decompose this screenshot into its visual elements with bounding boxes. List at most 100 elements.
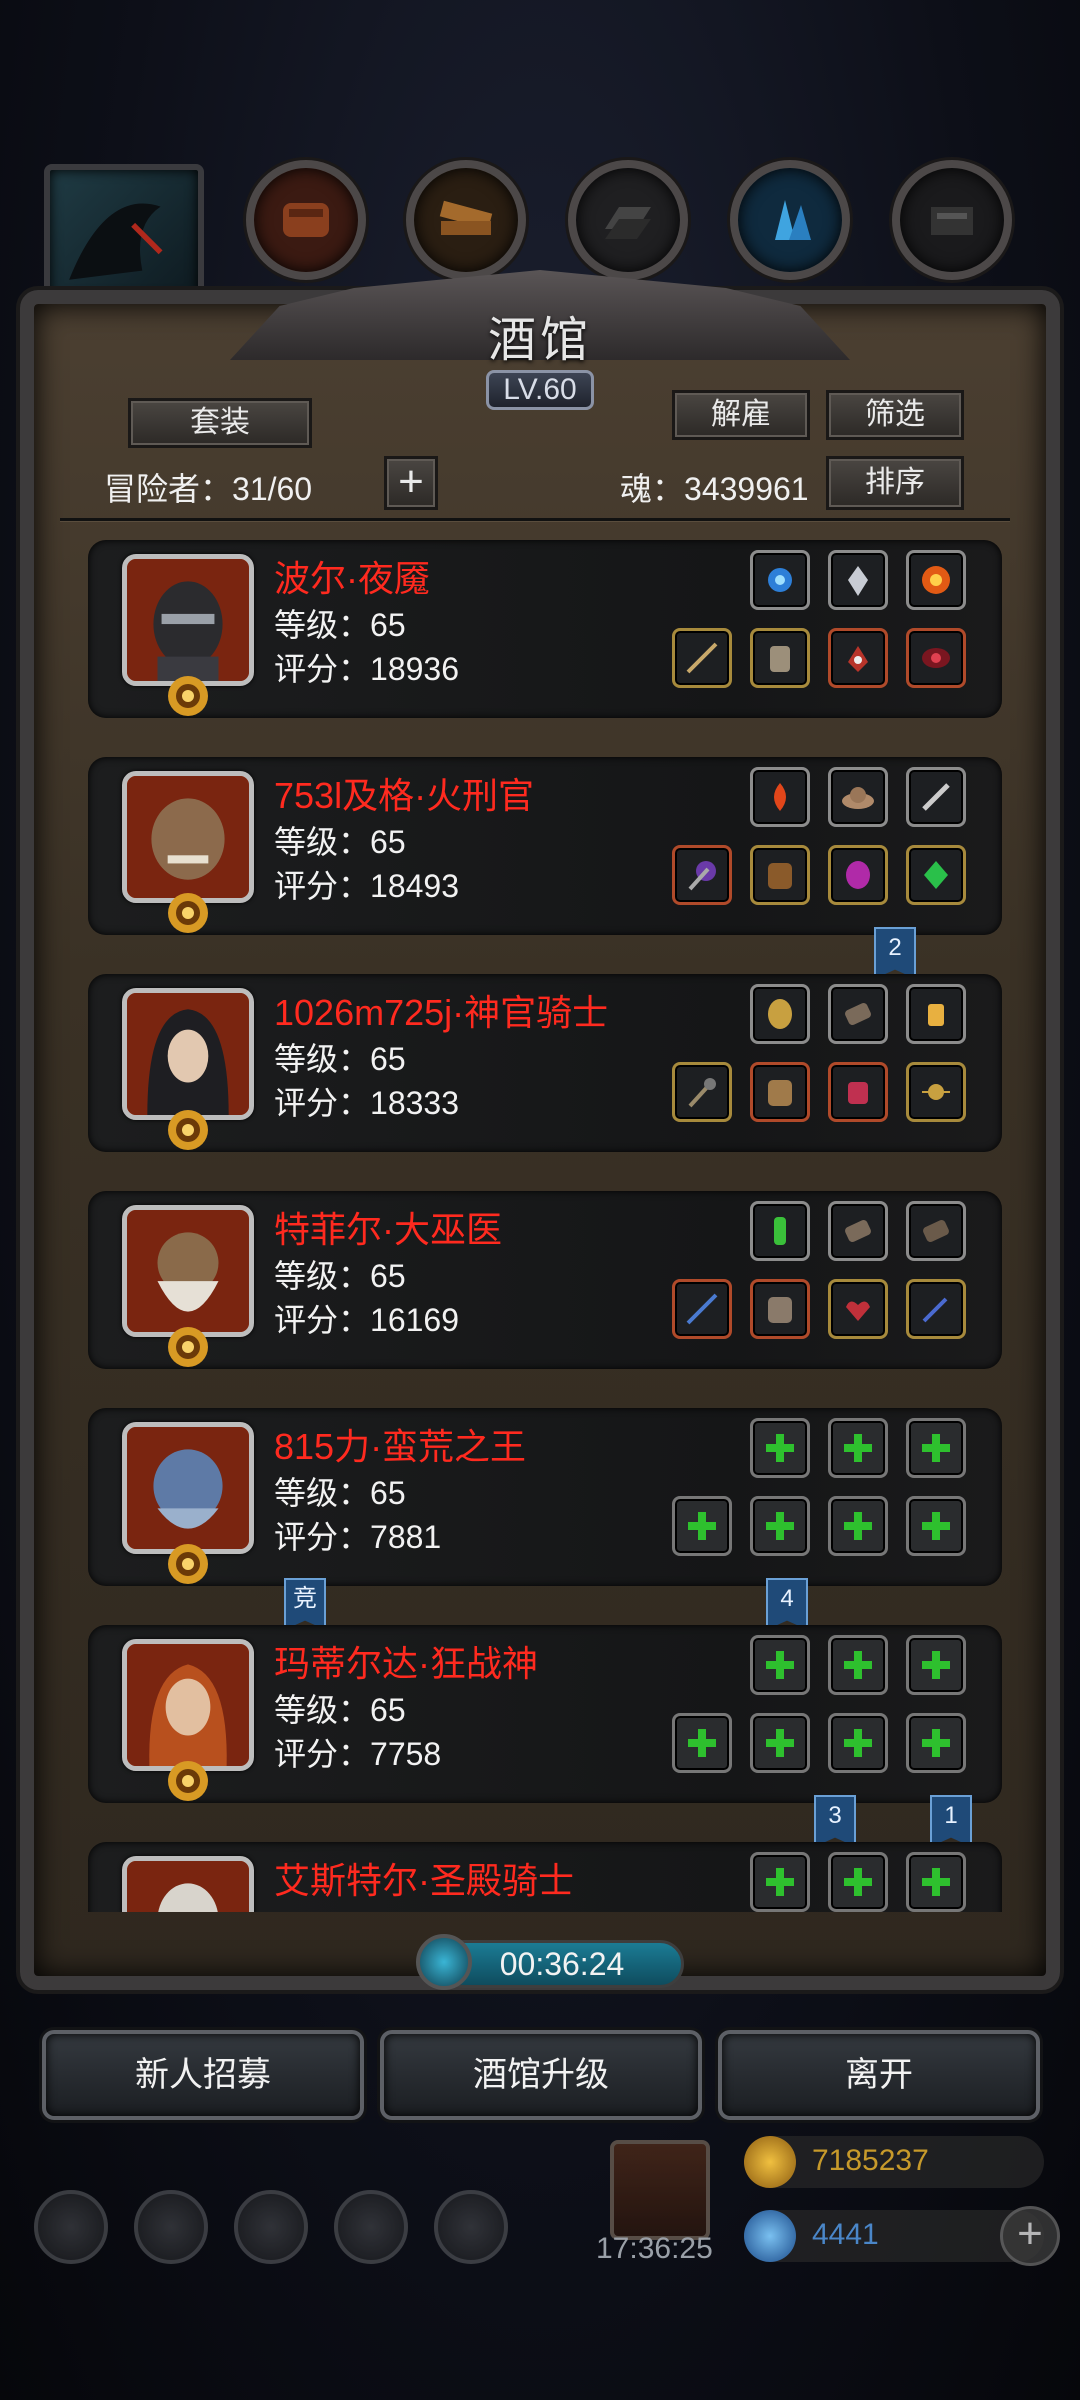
- equip-slot[interactable]: [750, 1201, 810, 1261]
- header-divider: [60, 518, 1010, 522]
- equip-slot[interactable]: [906, 845, 966, 905]
- equip-slot[interactable]: [906, 1201, 966, 1261]
- level-label: 等级：: [274, 1692, 371, 1728]
- settings-gear-icon[interactable]: [34, 2190, 108, 2264]
- equip-slot[interactable]: [750, 550, 810, 610]
- equip-slot[interactable]: [906, 1062, 966, 1122]
- empty-equip-slot[interactable]: [750, 1713, 810, 1773]
- hero-card[interactable]: 815力·蛮荒之王 等级：65 评分：7881: [88, 1408, 1002, 1586]
- sort-button[interactable]: 排序: [826, 456, 964, 510]
- tab-leather[interactable]: [246, 160, 366, 280]
- empty-equip-slot[interactable]: [906, 1418, 966, 1478]
- equip-slot[interactable]: [828, 628, 888, 688]
- empty-equip-slot[interactable]: [906, 1713, 966, 1773]
- arena-flag: 竞: [284, 1578, 326, 1630]
- empty-equip-slot[interactable]: [828, 1496, 888, 1556]
- score-value: 7758: [370, 1736, 442, 1772]
- empty-equip-slot[interactable]: [750, 1635, 810, 1695]
- equip-slot[interactable]: [750, 1279, 810, 1339]
- level-label: 等级：: [274, 1041, 371, 1077]
- equip-slot[interactable]: [750, 984, 810, 1044]
- empty-equip-slot[interactable]: [906, 1852, 966, 1912]
- hero-list[interactable]: 波尔·夜魇 等级：65 评分：18936 753l及格·火刑官 等级：65 评分…: [82, 530, 1002, 1912]
- gem-resource: 4441: [744, 2210, 1044, 2262]
- hero-level: 等级：65: [274, 1685, 406, 1731]
- tab-iron[interactable]: [568, 160, 688, 280]
- equip-slot[interactable]: [750, 628, 810, 688]
- hooded-priest-icon: [127, 993, 249, 1115]
- tavern-upgrade-button[interactable]: 酒馆升级: [380, 2030, 702, 2120]
- empty-equip-slot[interactable]: [906, 1496, 966, 1556]
- empty-equip-slot[interactable]: [906, 1635, 966, 1695]
- hero-portrait: [122, 1639, 254, 1771]
- gold-resource: 7185237: [744, 2136, 1044, 2188]
- achievement-icon[interactable]: [134, 2190, 208, 2264]
- equip-slot[interactable]: [672, 628, 732, 688]
- add-gems-button[interactable]: +: [1000, 2206, 1060, 2266]
- equip-slot[interactable]: [828, 845, 888, 905]
- empty-equip-slot[interactable]: [828, 1852, 888, 1912]
- equip-slot[interactable]: [828, 984, 888, 1044]
- empty-equip-slot[interactable]: [828, 1418, 888, 1478]
- star-rank-icon: [168, 1544, 208, 1584]
- mail-icon[interactable]: [334, 2190, 408, 2264]
- gift-box-icon[interactable]: [610, 2140, 710, 2240]
- empty-equip-slot[interactable]: [750, 1418, 810, 1478]
- suit-button[interactable]: 套装: [128, 398, 312, 448]
- tab-crystal[interactable]: [730, 160, 850, 280]
- plus-icon: +: [1017, 2209, 1043, 2258]
- add-plus-icon: [922, 1512, 950, 1540]
- equip-slot[interactable]: [906, 984, 966, 1044]
- empty-equip-slot[interactable]: [750, 1852, 810, 1912]
- hero-card[interactable]: 1026m725j·神官骑士 等级：65 评分：18333: [88, 974, 1002, 1152]
- equip-slot[interactable]: [828, 1062, 888, 1122]
- equip-slot[interactable]: [906, 767, 966, 827]
- shop-icon[interactable]: [434, 2190, 508, 2264]
- hero-portrait-tab[interactable]: [44, 164, 204, 304]
- add-plus-icon: [766, 1512, 794, 1540]
- gem-amount: 4441: [812, 2218, 879, 2251]
- hero-portrait: [122, 771, 254, 903]
- level-label: 等级：: [274, 1258, 371, 1294]
- hero-card[interactable]: 艾斯特尔·圣殿骑士: [88, 1842, 1002, 1912]
- equip-slot[interactable]: [672, 1279, 732, 1339]
- gem-icon: [744, 2210, 796, 2262]
- equip-slot[interactable]: [672, 1062, 732, 1122]
- equip-slot[interactable]: [750, 1062, 810, 1122]
- add-adventurer-button[interactable]: +: [384, 456, 438, 510]
- equip-slot[interactable]: [828, 550, 888, 610]
- map-icon[interactable]: [234, 2190, 308, 2264]
- hud-clock: 17:36:25: [596, 2232, 713, 2265]
- dismiss-button[interactable]: 解雇: [672, 390, 810, 440]
- recruit-button[interactable]: 新人招募: [42, 2030, 364, 2120]
- equip-slot[interactable]: [828, 767, 888, 827]
- hero-card[interactable]: 特菲尔·大巫医 等级：65 评分：16169: [88, 1191, 1002, 1369]
- equip-slot[interactable]: [906, 550, 966, 610]
- hero-score: 评分：18493: [274, 861, 459, 907]
- empty-equip-slot[interactable]: [750, 1496, 810, 1556]
- empty-equip-slot[interactable]: [672, 1496, 732, 1556]
- hero-card[interactable]: 玛蒂尔达·狂战神 等级：65 评分：7758: [88, 1625, 1002, 1803]
- equip-slot[interactable]: [906, 1279, 966, 1339]
- rank-flag: 3: [814, 1795, 856, 1847]
- empty-equip-slot[interactable]: [828, 1713, 888, 1773]
- equip-slot[interactable]: [828, 1279, 888, 1339]
- tavern-level-badge: LV.60: [486, 370, 594, 410]
- hero-card[interactable]: 波尔·夜魇 等级：65 评分：18936: [88, 540, 1002, 718]
- dark-metal-icon: [931, 207, 973, 235]
- add-plus-icon: [922, 1868, 950, 1896]
- rank-flag: 2: [874, 927, 916, 979]
- empty-equip-slot[interactable]: [828, 1635, 888, 1695]
- leave-button[interactable]: 离开: [718, 2030, 1040, 2120]
- equip-slot[interactable]: [750, 845, 810, 905]
- empty-equip-slot[interactable]: [672, 1713, 732, 1773]
- equip-slot[interactable]: [906, 628, 966, 688]
- refresh-timer: 00:36:24: [440, 1940, 684, 1988]
- tab-wood[interactable]: [406, 160, 526, 280]
- equip-slot[interactable]: [828, 1201, 888, 1261]
- equip-slot[interactable]: [750, 767, 810, 827]
- filter-button[interactable]: 筛选: [826, 390, 964, 440]
- equip-slot[interactable]: [672, 845, 732, 905]
- hero-card[interactable]: 753l及格·火刑官 等级：65 评分：18493: [88, 757, 1002, 935]
- tab-dark-metal[interactable]: [892, 160, 1012, 280]
